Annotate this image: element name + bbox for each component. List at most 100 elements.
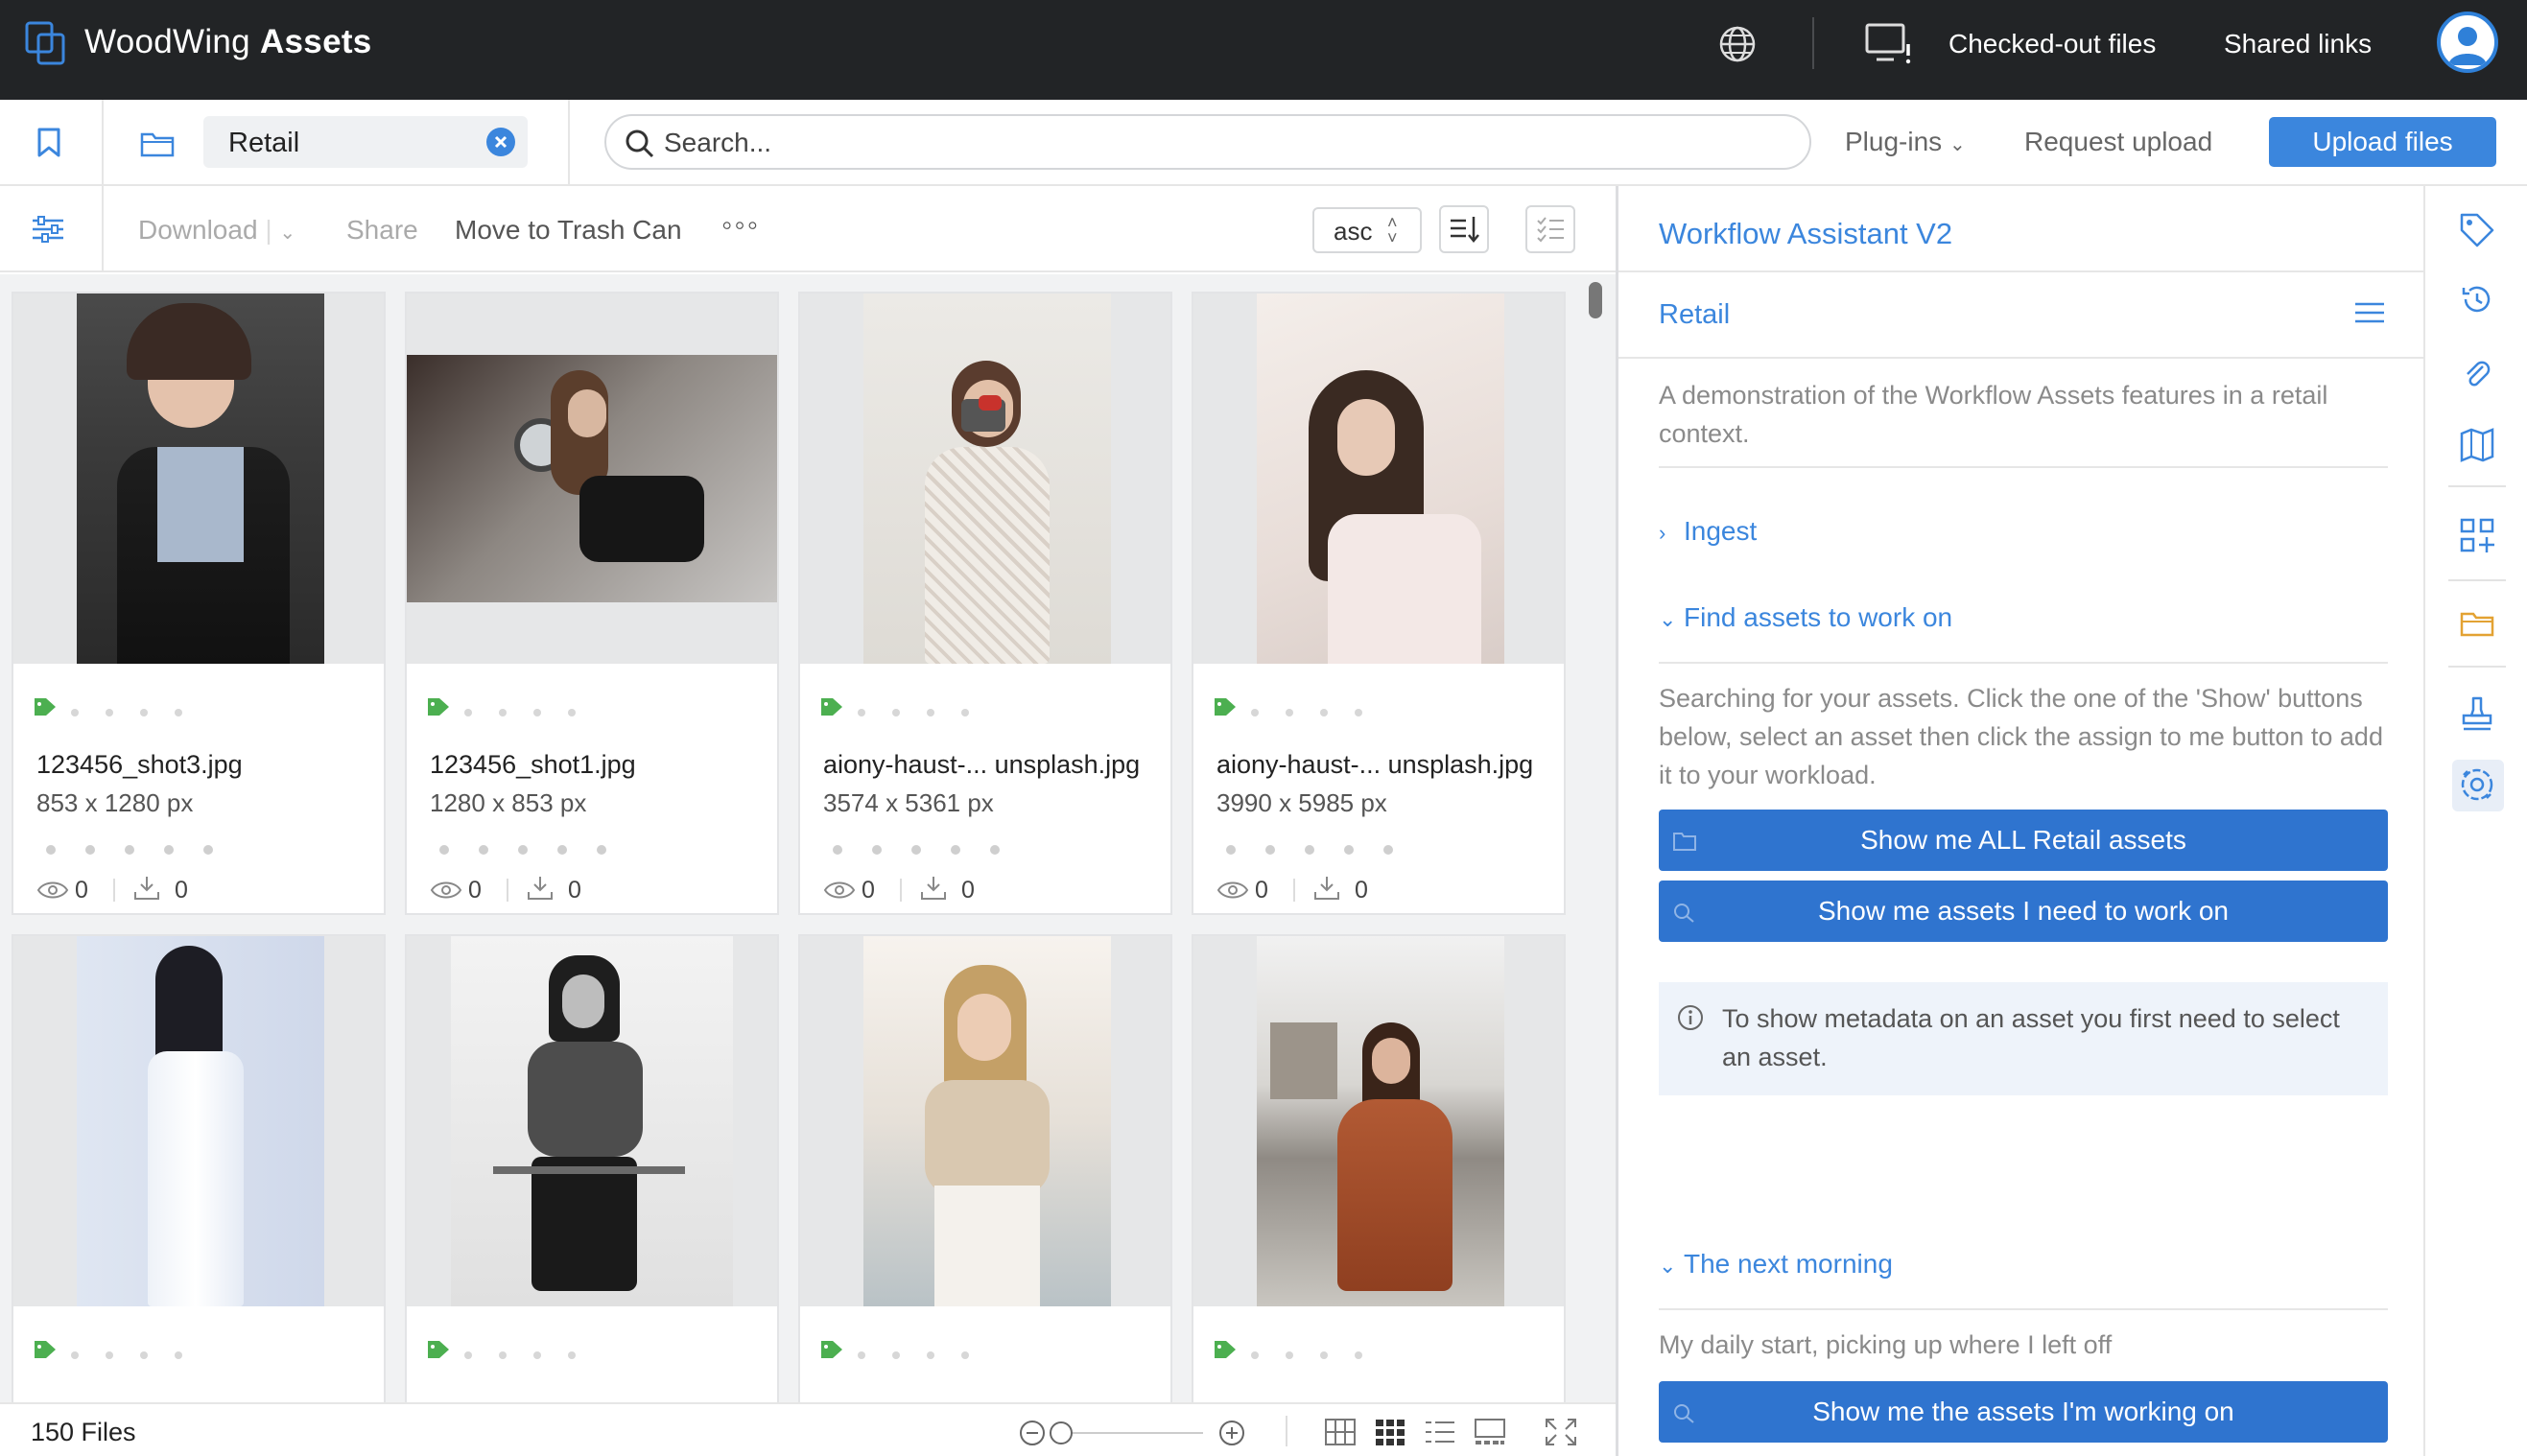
sort-lines-icon xyxy=(1451,217,1479,243)
asset-card[interactable] xyxy=(405,934,779,1402)
globe-icon[interactable] xyxy=(1718,25,1757,63)
zoom-in-icon[interactable] xyxy=(1216,1418,1247,1448)
asset-dimensions: 1280 x 853 px xyxy=(430,788,587,817)
star-rating[interactable] xyxy=(833,842,1029,859)
download-count: 0 xyxy=(568,877,581,904)
zoom-slider-track[interactable] xyxy=(1059,1432,1203,1434)
asset-card[interactable] xyxy=(1192,934,1566,1402)
history-icon[interactable] xyxy=(2458,280,2496,318)
folder-icon[interactable] xyxy=(2458,604,2496,643)
asset-thumbnail[interactable] xyxy=(800,294,1170,664)
panel-title: Workflow Assistant V2 xyxy=(1659,217,1953,250)
checked-out-files-link[interactable]: Checked-out files xyxy=(1948,29,2156,59)
asset-thumbnail[interactable] xyxy=(13,936,384,1306)
asset-thumbnail[interactable] xyxy=(1193,294,1564,664)
divider xyxy=(1659,1308,2388,1310)
asset-thumbnail[interactable] xyxy=(407,936,777,1306)
asset-card[interactable] xyxy=(12,934,386,1402)
download-count: 0 xyxy=(1355,877,1368,904)
download-count-icon xyxy=(1314,877,1339,900)
star-rating[interactable] xyxy=(439,842,636,859)
clear-folder-icon[interactable] xyxy=(486,128,515,156)
search-input[interactable] xyxy=(664,126,1719,160)
small-grid-view-icon[interactable] xyxy=(1374,1418,1406,1446)
share-button[interactable]: Share xyxy=(346,215,418,246)
folder-icon[interactable] xyxy=(140,130,175,157)
filter-sliders-icon[interactable] xyxy=(31,215,65,244)
asset-card[interactable]: aiony-haust-... unsplash.jpg 3574 x 5361… xyxy=(798,292,1172,915)
asset-card[interactable]: aiony-haust-... unsplash.jpg 3990 x 5985… xyxy=(1192,292,1566,915)
select-mode-button[interactable] xyxy=(1525,205,1575,253)
tag-icon xyxy=(428,1341,449,1358)
eye-icon xyxy=(823,881,856,899)
asset-card[interactable] xyxy=(798,934,1172,1402)
move-to-trash-button[interactable]: Move to Trash Can xyxy=(455,215,682,246)
tag-icon xyxy=(35,698,56,716)
asset-card[interactable]: 123456_shot1.jpg 1280 x 853 px 0 0 xyxy=(405,292,779,915)
hamburger-menu-icon[interactable] xyxy=(2353,299,2386,326)
next-morning-description: My daily start, picking up where I left … xyxy=(1659,1330,2113,1359)
bookmark-icon[interactable] xyxy=(35,127,63,159)
download-count: 0 xyxy=(175,877,188,904)
collection-map-icon[interactable] xyxy=(2458,426,2496,464)
search-icon xyxy=(1674,904,1694,923)
sort-direction-button[interactable] xyxy=(1439,205,1489,253)
asset-dimensions: 853 x 1280 px xyxy=(36,788,194,817)
filmstrip-view-icon[interactable] xyxy=(1474,1418,1506,1446)
divider xyxy=(1659,662,2388,664)
metadata-tag-icon[interactable] xyxy=(2458,211,2496,249)
panel-icon-rail xyxy=(2423,186,2527,1456)
add-widget-icon[interactable] xyxy=(2458,516,2496,554)
upload-files-button[interactable]: Upload files xyxy=(2269,117,2496,167)
next-morning-accordion[interactable]: ⌄ The next morning xyxy=(1659,1249,1893,1280)
request-upload-link[interactable]: Request upload xyxy=(2024,127,2212,157)
more-options-icon[interactable]: ◦◦◦ xyxy=(721,207,760,243)
file-count: 150 Files xyxy=(31,1418,136,1446)
fullscreen-icon[interactable] xyxy=(1545,1418,1577,1446)
show-need-work-button[interactable]: Show me assets I need to work on xyxy=(1659,881,2388,942)
divider xyxy=(1618,270,2423,272)
zoom-out-icon[interactable] xyxy=(1017,1418,1048,1448)
divider xyxy=(1618,357,2423,359)
asset-thumbnail[interactable] xyxy=(13,294,384,664)
asset-card[interactable]: 123456_shot3.jpg 853 x 1280 px 0 0 xyxy=(12,292,386,915)
grid-scrollbar[interactable] xyxy=(1589,282,1602,318)
sort-updown-icon: ˄ ˅ xyxy=(1387,213,1398,247)
asset-thumbnail[interactable] xyxy=(407,294,777,664)
view-count: 0 xyxy=(862,877,875,904)
sort-order-select[interactable]: asc ˄ ˅ xyxy=(1312,207,1422,253)
star-rating[interactable] xyxy=(46,842,243,859)
large-grid-view-icon[interactable] xyxy=(1324,1418,1357,1446)
star-rating[interactable] xyxy=(1226,842,1423,859)
view-count: 0 xyxy=(1255,877,1268,904)
view-count: 0 xyxy=(75,877,88,904)
asset-thumbnail[interactable] xyxy=(800,936,1170,1306)
show-working-on-button[interactable]: Show me the assets I'm working on xyxy=(1659,1381,2388,1443)
plugins-menu[interactable]: Plug-ins ⌄ xyxy=(1845,127,1966,157)
search-box xyxy=(604,114,1811,170)
user-avatar[interactable] xyxy=(2437,12,2498,73)
asset-filename: 123456_shot3.jpg xyxy=(36,750,243,779)
tag-icon xyxy=(35,1341,56,1358)
find-assets-description: Searching for your assets. Click the one… xyxy=(1659,684,2383,789)
chevron-down-icon: ⌄ xyxy=(1659,607,1677,631)
folder-filter-chip[interactable]: Retail xyxy=(203,116,528,168)
info-message: To show metadata on an asset you first n… xyxy=(1659,982,2388,1095)
shared-links-link[interactable]: Shared links xyxy=(2224,29,2372,59)
asset-counters: 0 0 xyxy=(823,875,1149,909)
workflow-gear-icon[interactable] xyxy=(2458,765,2496,804)
stamp-icon[interactable] xyxy=(2458,694,2496,733)
paperclip-icon[interactable] xyxy=(2458,355,2496,393)
show-all-retail-button[interactable]: Show me ALL Retail assets xyxy=(1659,810,2388,871)
chevron-down-icon: ⌄ xyxy=(279,223,296,244)
find-assets-accordion[interactable]: ⌄ Find assets to work on xyxy=(1659,602,1952,633)
workflow-description: A demonstration of the Workflow Assets f… xyxy=(1659,381,2328,448)
ingest-accordion[interactable]: › Ingest xyxy=(1659,516,1757,547)
list-view-icon[interactable] xyxy=(1424,1418,1456,1446)
folder-chip-label: Retail xyxy=(228,128,300,158)
asset-thumbnail[interactable] xyxy=(1193,936,1564,1306)
top-bar: WoodWing Assets Checked-out files Shared… xyxy=(0,0,2527,100)
zoom-slider-handle[interactable] xyxy=(1050,1421,1073,1444)
download-button[interactable]: Download | ⌄ xyxy=(138,215,295,246)
checked-out-monitor-icon[interactable] xyxy=(1865,23,1913,65)
